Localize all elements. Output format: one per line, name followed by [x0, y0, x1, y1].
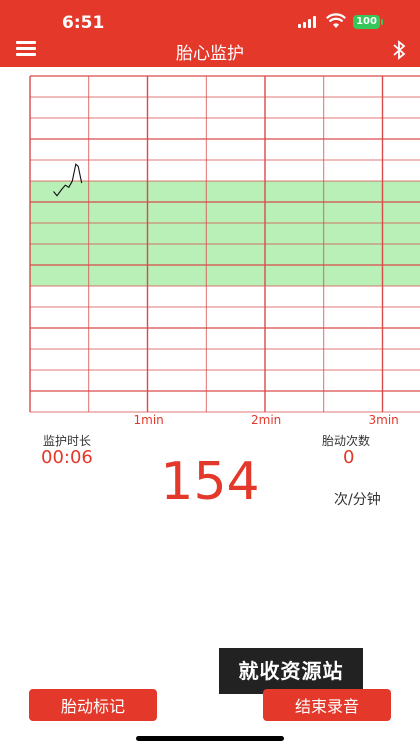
cellular-signal-icon [298, 16, 320, 28]
wifi-icon [326, 13, 346, 28]
status-time: 6:51 [62, 13, 105, 33]
battery-icon: 100 [353, 15, 380, 29]
home-indicator [136, 736, 284, 741]
x-tick-label: 1min [134, 413, 164, 427]
watermark: 就收资源站 [219, 648, 363, 694]
app-header: 6:51 100 胎心监护 [0, 0, 420, 67]
x-tick-label: 2min [251, 413, 281, 427]
stop-recording-button[interactable]: 结束录音 [263, 689, 391, 721]
page-title: 胎心监护 [176, 44, 244, 64]
fetal-movement-mark-button[interactable]: 胎动标记 [29, 689, 157, 721]
bluetooth-icon[interactable] [392, 40, 406, 60]
fetal-heart-rate-chart: 1min 2min 3min [29, 75, 420, 427]
fetal-heart-rate-unit: 次/分钟 [334, 492, 381, 508]
x-tick-label: 3min [369, 413, 399, 427]
battery-tip [381, 19, 383, 25]
